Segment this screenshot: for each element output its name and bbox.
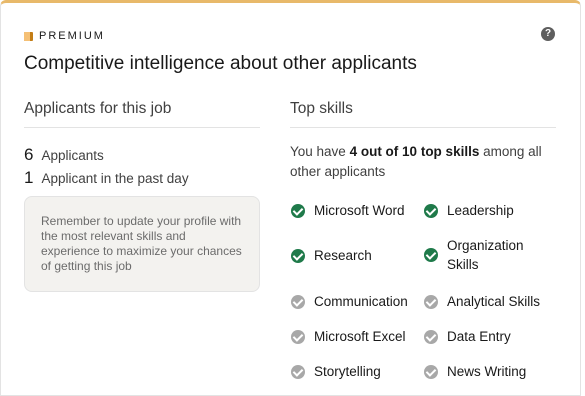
- skill-label: Communication: [314, 294, 408, 309]
- skill-label: Microsoft Excel: [314, 329, 406, 344]
- check-circle-icon: [424, 248, 438, 262]
- skill-item: Research: [291, 246, 372, 265]
- skill-label: Leadership: [447, 203, 514, 218]
- premium-badge: PREMIUM: [24, 30, 105, 42]
- skill-item: Microsoft Excel: [291, 327, 406, 346]
- skill-label: Microsoft Word: [314, 203, 405, 218]
- card-title: Competitive intelligence about other app…: [24, 53, 417, 74]
- check-circle-icon: [424, 364, 438, 379]
- question-circle-icon[interactable]: ?: [541, 27, 555, 41]
- skill-item: Storytelling: [291, 362, 381, 381]
- skill-item: Organization Skills: [424, 236, 537, 274]
- skill-label: Storytelling: [314, 364, 381, 379]
- check-circle-icon: [424, 329, 438, 344]
- check-circle-icon: [424, 294, 438, 309]
- top-skills-heading: Top skills: [290, 100, 353, 117]
- skill-item: Communication: [291, 292, 408, 311]
- skill-label: Analytical Skills: [447, 294, 541, 309]
- skill-item: Microsoft Word: [291, 201, 405, 220]
- applicants-heading: Applicants for this job: [24, 100, 172, 117]
- applicants-recent: 1 Applicant in the past day: [24, 168, 189, 188]
- top-skills-divider: [290, 127, 556, 128]
- skill-label: Data Entry: [447, 329, 511, 344]
- skills-summary-count: 4 out of 10 top skills: [349, 144, 480, 159]
- check-circle-icon: [291, 294, 305, 309]
- skills-summary-prefix: You have: [290, 144, 350, 159]
- applicant-insights-card: PREMIUM ? Competitive intelligence about…: [0, 0, 581, 396]
- skills-summary: You have 4 out of 10 top skills among al…: [290, 142, 555, 182]
- skill-label: News Writing: [447, 364, 527, 379]
- applicants-total-label: Applicants: [41, 148, 104, 163]
- check-circle-icon: [424, 203, 438, 218]
- skill-label: Research: [314, 248, 372, 263]
- applicants-recent-label: Applicant in the past day: [41, 171, 189, 186]
- profile-tip: Remember to update your profile with the…: [24, 196, 260, 292]
- applicants-recent-count: 1: [24, 168, 34, 187]
- premium-label: PREMIUM: [39, 30, 105, 42]
- check-circle-icon: [291, 364, 305, 379]
- skill-item: Analytical Skills: [424, 292, 540, 311]
- check-circle-icon: [291, 329, 305, 344]
- skill-item: Leadership: [424, 201, 514, 220]
- skill-item: Data Entry: [424, 327, 511, 346]
- check-circle-icon: [291, 203, 305, 218]
- applicants-divider: [24, 127, 260, 128]
- skill-label: Organization Skills: [447, 238, 524, 272]
- applicants-total: 6 Applicants: [24, 145, 104, 165]
- skill-item: News Writing: [424, 362, 526, 381]
- check-circle-icon: [291, 248, 305, 263]
- premium-logo-icon: [24, 31, 33, 41]
- applicants-total-count: 6: [24, 145, 34, 164]
